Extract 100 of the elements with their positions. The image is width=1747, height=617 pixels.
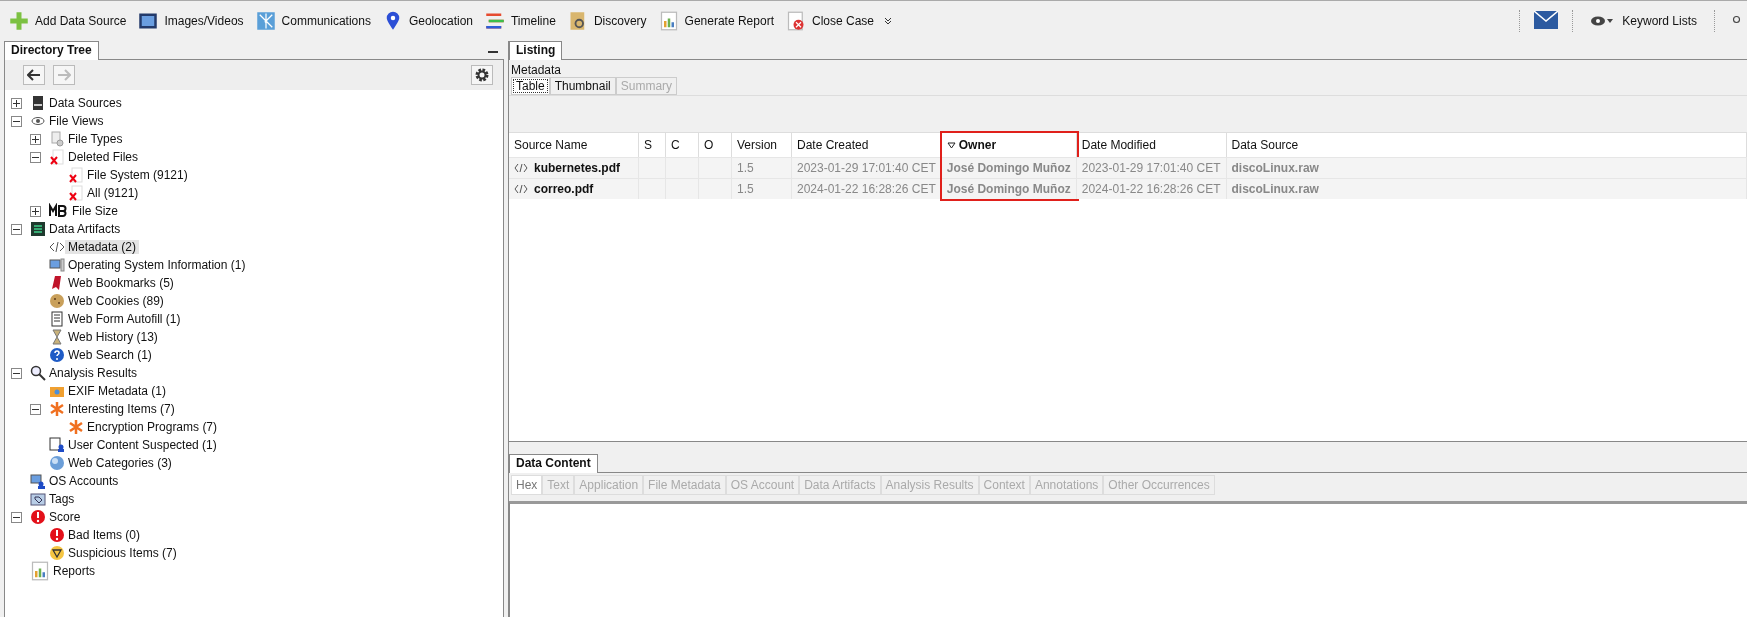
table-cell: 1.5: [732, 178, 792, 199]
tree-item[interactable]: User Content Suspected (1): [65, 438, 220, 452]
collapse-toggle[interactable]: [11, 223, 22, 235]
tree-item[interactable]: Deleted Files: [65, 150, 142, 164]
toolbar-button[interactable]: Images/Videos: [135, 9, 247, 33]
toolbar-button[interactable]: Communications: [252, 9, 374, 33]
tree-item[interactable]: Score: [46, 510, 84, 524]
tree-item[interactable]: Operating System Information (1): [65, 258, 249, 272]
warning-icon: [49, 545, 65, 561]
tree-item[interactable]: Bad Items (0): [65, 528, 144, 542]
table-cell: discoLinux.raw: [1226, 178, 1747, 199]
forward-arrow-icon: [57, 69, 71, 81]
plus-icon: [32, 207, 39, 215]
search-icon: [30, 365, 46, 381]
table-cell: [699, 157, 732, 178]
tree-item[interactable]: Encryption Programs (7): [84, 420, 221, 434]
code-icon: [514, 184, 528, 194]
mb-icon: [49, 203, 69, 219]
toolbar-button[interactable]: Timeline: [482, 9, 559, 33]
table-cell: [666, 157, 699, 178]
document-gear-icon: [49, 131, 65, 147]
content-tab[interactable]: Hex: [511, 475, 543, 495]
table-cell: José Domingo Muñoz: [941, 178, 1077, 199]
code-icon: [49, 239, 65, 255]
tree-item[interactable]: Web Cookies (89): [65, 294, 167, 308]
tree-item[interactable]: Web Categories (3): [65, 456, 175, 470]
asterisk-icon: [68, 419, 84, 435]
table-cell: 2023-01-29 17:01:40 CET: [792, 157, 942, 178]
tree-item[interactable]: All (9121): [84, 186, 142, 200]
collapse-toggle[interactable]: [30, 151, 41, 163]
artifacts-icon: [30, 221, 46, 237]
panel-tab[interactable]: Directory Tree: [4, 41, 99, 60]
form-icon: [49, 311, 65, 327]
computer-icon: [49, 257, 65, 273]
listing-title: Metadata: [510, 62, 563, 77]
tree-item[interactable]: Reports: [50, 564, 99, 578]
collapse-toggle[interactable]: [11, 115, 22, 127]
table-cell: [666, 178, 699, 199]
help-icon: [49, 347, 65, 363]
expand-toggle[interactable]: [11, 97, 22, 109]
table-cell: kubernetes.pdf: [509, 157, 639, 178]
panel-tab[interactable]: Data Content: [509, 454, 598, 473]
chevron-down-icon: [883, 16, 893, 26]
drive-icon: [30, 95, 46, 111]
envelope-icon: [1534, 10, 1559, 29]
tree-item[interactable]: File Views: [46, 114, 107, 128]
report-chart-icon: [30, 561, 50, 581]
table-cell: correo.pdf: [509, 178, 639, 199]
tree-item[interactable]: Metadata (2): [65, 240, 140, 254]
deleted-document-icon: [68, 185, 84, 201]
tree-item[interactable]: Data Artifacts: [46, 222, 124, 236]
tree-item[interactable]: Web Search (1): [65, 348, 155, 362]
tree-item[interactable]: EXIF Metadata (1): [65, 384, 170, 398]
deleted-document-icon: [68, 167, 84, 183]
mail-button[interactable]: [1534, 10, 1559, 32]
expand-toggle[interactable]: [30, 205, 41, 217]
plus-icon: [32, 135, 39, 143]
plus-icon: [9, 11, 29, 31]
tree-item[interactable]: Web Form Autofill (1): [65, 312, 184, 326]
table-cell: 1.5: [732, 157, 792, 178]
toolbar-button[interactable]: Add Data Source: [6, 9, 130, 33]
alert-icon: [49, 527, 65, 543]
panel-tab[interactable]: Listing: [509, 41, 563, 60]
collapse-toggle[interactable]: [11, 367, 22, 379]
toolbar-button[interactable]: Generate Report: [655, 9, 777, 33]
view-tab[interactable]: Table: [511, 77, 550, 95]
user-document-icon: [49, 437, 65, 453]
table-cell: [699, 178, 732, 199]
code-icon: [514, 163, 528, 173]
table-cell: 2023-01-29 17:01:40 CET: [1076, 157, 1227, 178]
tree-item[interactable]: File Size: [69, 204, 121, 218]
deleted-document-icon: [49, 149, 65, 165]
close-document-icon: [785, 11, 806, 31]
back-arrow-icon: [27, 69, 41, 81]
settings-button[interactable]: [471, 65, 493, 85]
tree-item[interactable]: Analysis Results: [46, 366, 141, 380]
toolbar-button[interactable]: Geolocation: [379, 9, 476, 33]
toolbar-button[interactable]: Discovery: [564, 9, 650, 33]
tree-item[interactable]: File Types: [65, 132, 126, 146]
collapse-toggle[interactable]: [11, 511, 22, 523]
back-button[interactable]: [23, 65, 45, 85]
expand-toggle[interactable]: [30, 133, 41, 145]
picture-frame-icon: [138, 11, 159, 31]
tree-item[interactable]: Web Bookmarks (5): [65, 276, 177, 290]
tree-item[interactable]: Data Sources: [46, 96, 125, 110]
keyword-lists-button[interactable]: Keyword Lists: [1587, 12, 1700, 30]
tree-item[interactable]: File System (9121): [84, 168, 191, 182]
collapse-toggle[interactable]: [30, 403, 41, 415]
gear-icon: [474, 67, 490, 83]
table-cell: José Domingo Muñoz: [941, 157, 1077, 178]
view-tab[interactable]: Thumbnail: [549, 77, 616, 95]
tree-item[interactable]: OS Accounts: [46, 474, 122, 488]
toolbar-button[interactable]: Close Case: [782, 9, 877, 33]
tree-item[interactable]: Tags: [46, 492, 78, 506]
hourglass-icon: [49, 329, 65, 345]
tree-item[interactable]: Web History (13): [65, 330, 161, 344]
table-cell: [639, 157, 666, 178]
tree-item[interactable]: Interesting Items (7): [65, 402, 178, 416]
tree-item[interactable]: Suspicious Items (7): [65, 546, 180, 560]
report-chart-icon: [658, 11, 679, 31]
